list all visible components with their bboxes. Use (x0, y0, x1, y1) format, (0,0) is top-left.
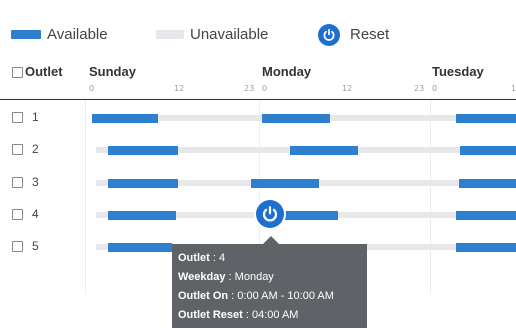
tooltip-weekday-line: Weekday : Monday (178, 271, 274, 283)
tooltip-sep: : (242, 309, 252, 321)
row-checkbox[interactable] (12, 241, 23, 252)
available-bar[interactable] (108, 243, 172, 252)
available-bar[interactable] (108, 211, 176, 220)
tooltip-sep: : (209, 252, 219, 264)
day-header-sunday: Sunday (89, 64, 136, 79)
tooltip-reset-value: 04:00 AM (251, 309, 299, 321)
tick-label: 0 (432, 84, 438, 93)
reset-marker[interactable] (256, 200, 284, 228)
tick-label: 12 (342, 84, 353, 93)
available-bar[interactable] (456, 211, 516, 220)
tooltip-on-line: Outlet On : 0:00 AM - 10:00 AM (178, 290, 334, 302)
tooltip-sep: : (228, 290, 238, 302)
tooltip: Outlet : 4 Weekday : Monday Outlet On : … (172, 244, 367, 328)
row-label: 1 (32, 110, 39, 124)
available-bar[interactable] (92, 114, 158, 123)
tick-label: 0 (89, 84, 95, 93)
legend-reset-icon[interactable] (318, 24, 340, 46)
tooltip-sep: : (225, 271, 235, 283)
row-checkbox[interactable] (12, 112, 23, 123)
select-all-checkbox[interactable] (12, 67, 23, 78)
legend-unavailable-swatch[interactable] (156, 30, 184, 39)
available-bar[interactable] (251, 179, 319, 188)
tick-label: 23 (414, 84, 425, 93)
legend-reset-label[interactable]: Reset (350, 26, 389, 43)
tick-label: 0 (262, 84, 268, 93)
header-divider (0, 99, 516, 100)
tooltip-weekday-value: Monday (234, 271, 274, 283)
row-checkbox[interactable] (12, 177, 23, 188)
power-icon (323, 28, 335, 41)
available-bar[interactable] (460, 146, 516, 155)
tooltip-outlet-value: 4 (218, 252, 226, 264)
available-bar[interactable] (108, 146, 178, 155)
tooltip-on-value: 0:00 AM - 10:00 AM (237, 290, 334, 302)
tooltip-weekday-key: Weekday (178, 271, 226, 283)
tooltip-reset-line: Outlet Reset : 04:00 AM (178, 309, 298, 321)
available-bar[interactable] (108, 179, 178, 188)
available-bar[interactable] (290, 146, 358, 155)
tooltip-arrow (263, 236, 279, 244)
row-checkbox[interactable] (12, 209, 23, 220)
available-bar[interactable] (262, 114, 330, 123)
available-bar[interactable] (456, 243, 516, 252)
row-label: 4 (32, 207, 39, 221)
day-gridline (85, 100, 86, 294)
legend-available-label[interactable]: Available (47, 26, 108, 43)
row-label: 5 (32, 239, 39, 253)
day-header-tuesday: Tuesday (432, 64, 484, 79)
row-label: 2 (32, 142, 39, 156)
tick-label: 1 (511, 84, 516, 93)
outlet-column-header: Outlet (25, 64, 63, 79)
legend-unavailable-label[interactable]: Unavailable (190, 26, 268, 43)
day-header-monday: Monday (262, 64, 312, 79)
tick-label: 23 (244, 84, 255, 93)
row-checkbox[interactable] (12, 144, 23, 155)
tooltip-outlet-line: Outlet : 4 (178, 252, 225, 264)
tooltip-on-key: Outlet On (178, 290, 229, 302)
available-bar[interactable] (459, 179, 516, 188)
day-gridline (430, 100, 431, 294)
legend-available-swatch[interactable] (11, 30, 41, 39)
available-bar[interactable] (456, 114, 516, 123)
tooltip-reset-key: Outlet Reset (178, 309, 243, 321)
tooltip-outlet-key: Outlet (178, 252, 210, 264)
row-label: 3 (32, 175, 39, 189)
tick-label: 12 (174, 84, 185, 93)
power-icon (262, 206, 278, 222)
